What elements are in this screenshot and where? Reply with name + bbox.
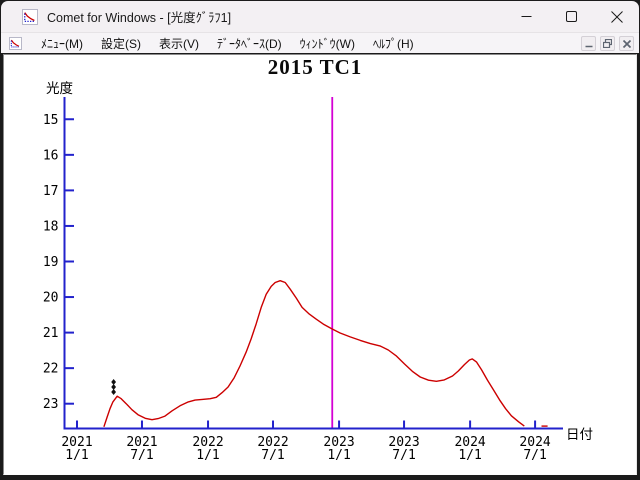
- observation-point: [111, 388, 117, 395]
- y-tick-label: 17: [43, 184, 59, 199]
- x-tick-label-date: 1/1: [458, 448, 481, 463]
- x-tick-label-date: 1/1: [196, 448, 219, 463]
- y-tick-label: 22: [43, 362, 59, 377]
- x-tick-label-date: 7/1: [261, 448, 284, 463]
- x-tick-label-date: 1/1: [327, 448, 350, 463]
- app-window: Comet for Windows - [光度ｸﾞﾗﾌ1] ﾒﾆｭｰ(M) 設定…: [0, 0, 640, 480]
- x-tick-label-date: 7/1: [130, 448, 153, 463]
- y-tick-label: 16: [43, 148, 59, 163]
- x-tick-label-date: 7/1: [523, 448, 546, 463]
- y-tick-label: 23: [43, 397, 59, 412]
- y-tick-label: 18: [43, 219, 59, 234]
- predicted-light-curve: [103, 280, 525, 428]
- x-tick-label-date: 1/1: [65, 448, 88, 463]
- y-tick-label: 15: [43, 113, 59, 128]
- y-tick-label: 21: [43, 326, 59, 341]
- x-tick-label-date: 7/1: [392, 448, 415, 463]
- y-tick-label: 19: [43, 255, 59, 270]
- light-curve-plot: 15161718192021222320211/120217/120221/12…: [43, 97, 563, 463]
- y-tick-label: 20: [43, 291, 59, 306]
